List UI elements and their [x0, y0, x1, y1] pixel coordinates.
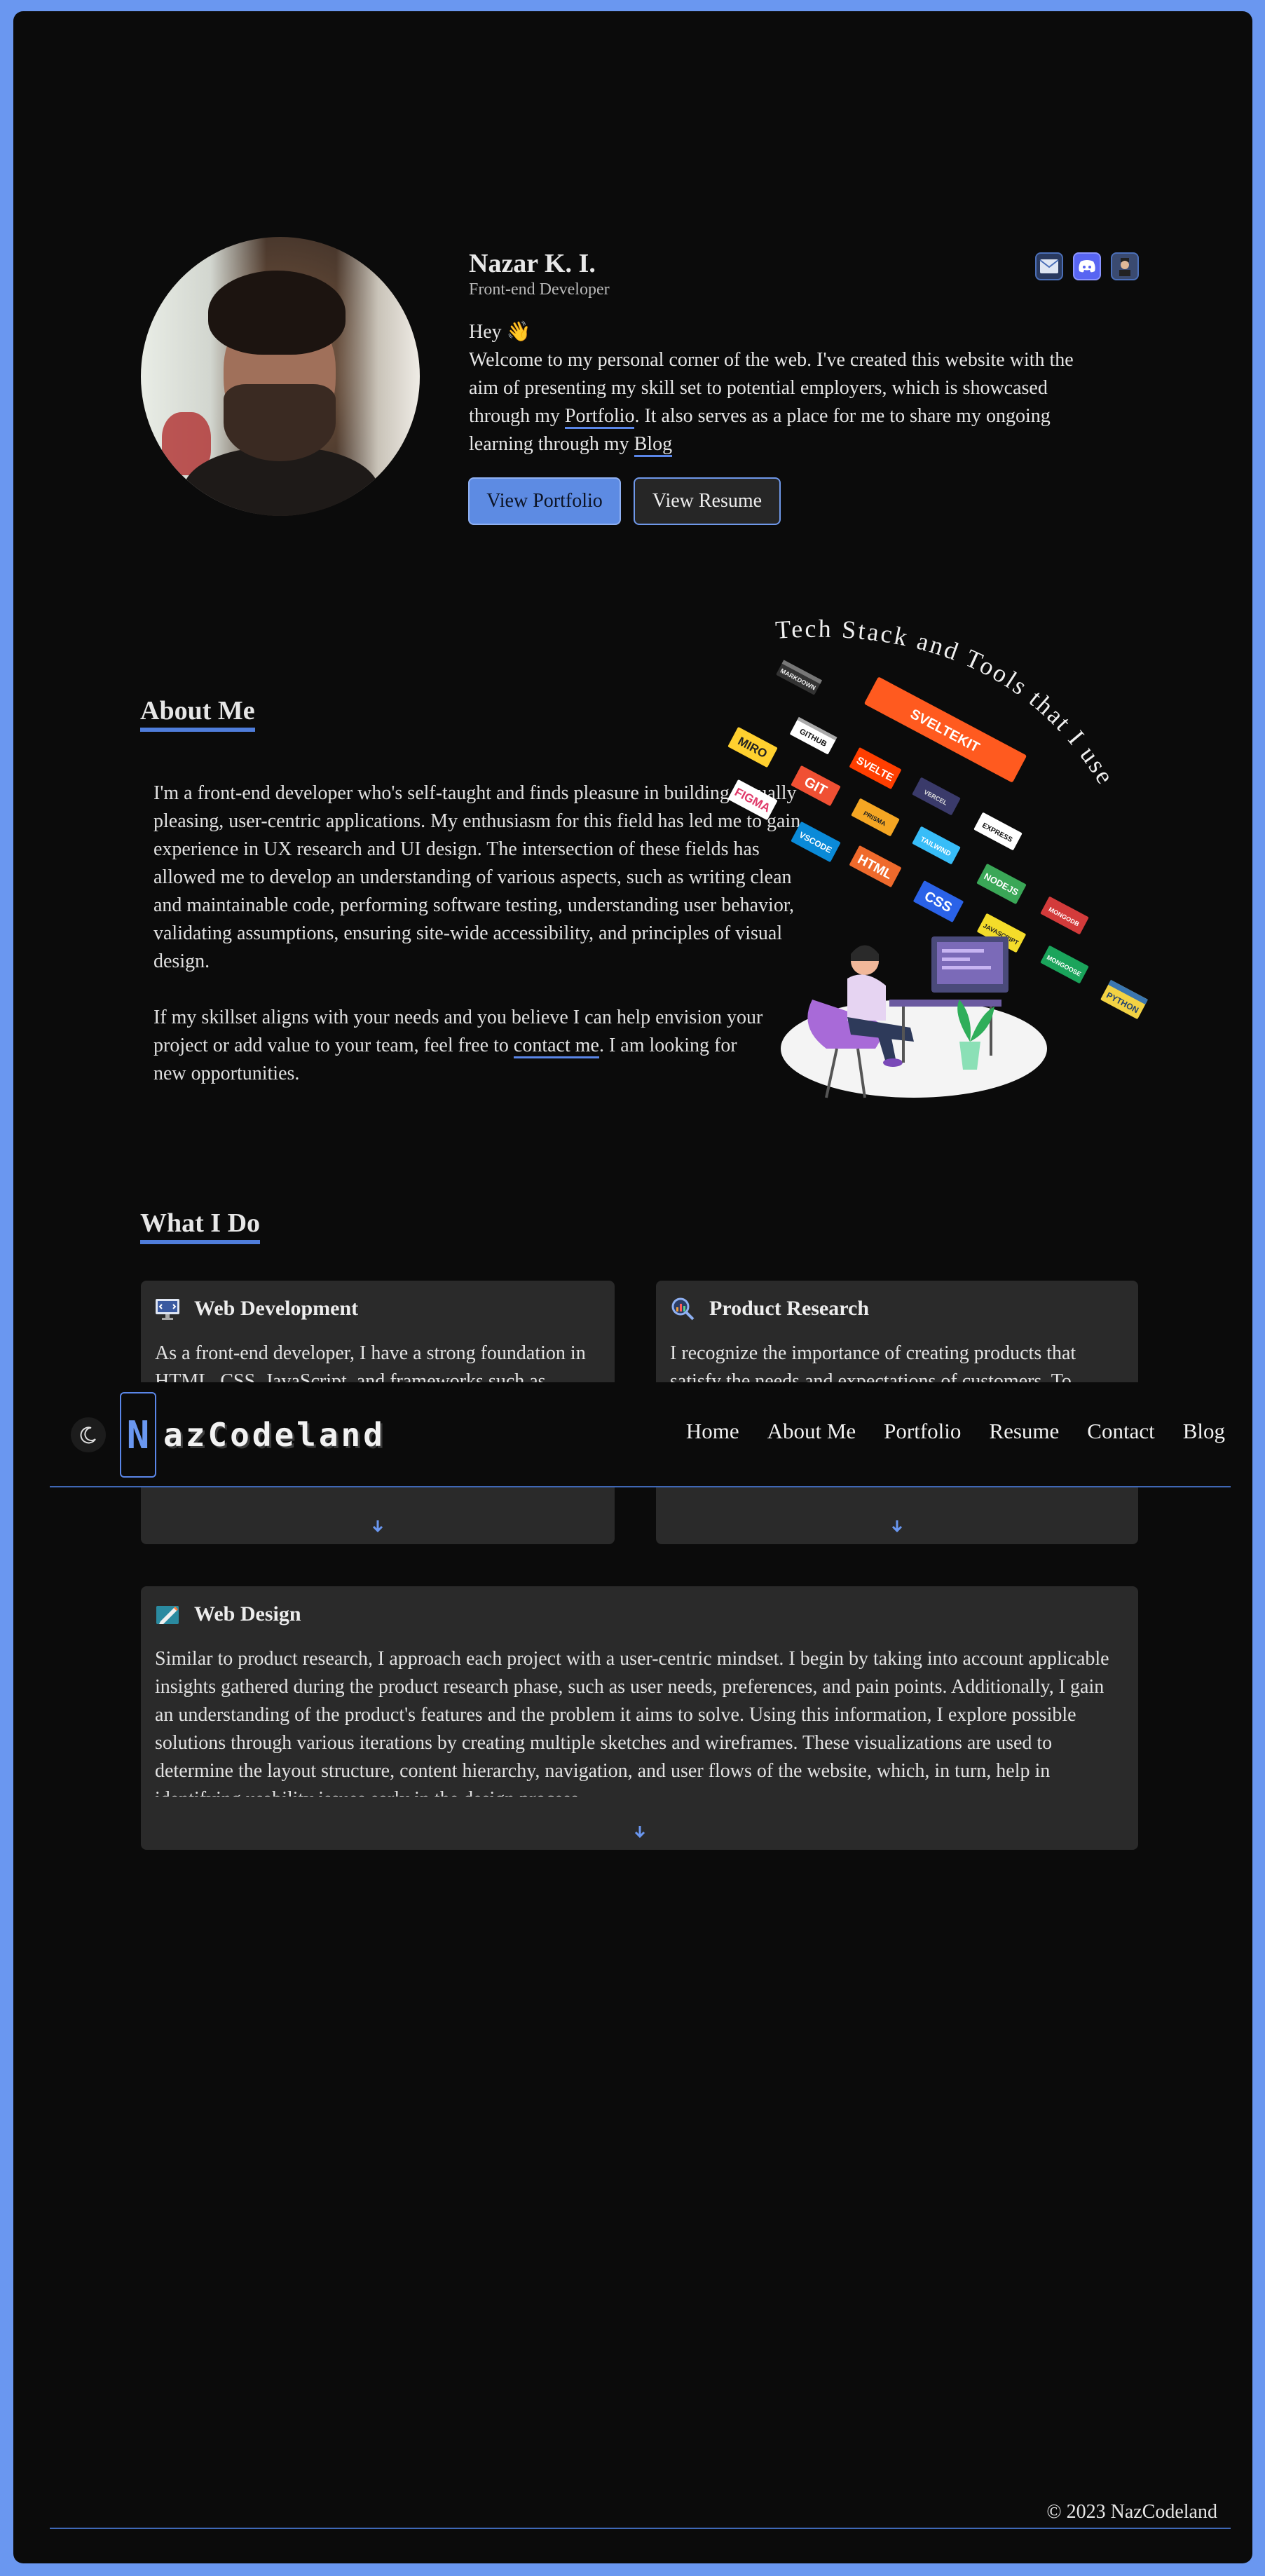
desk [889, 1000, 1001, 1007]
card-web-design-head: Web Design [153, 1600, 301, 1628]
person-body [847, 974, 886, 1021]
hero-role: Front-end Developer [469, 280, 610, 299]
tile-mongodb-red: MONGODB [1040, 897, 1089, 934]
tile-css: CSS [913, 880, 964, 922]
pen-design-icon [156, 1606, 179, 1624]
about-title: About Me [140, 695, 255, 732]
tile-github: GITHUB [790, 716, 837, 754]
tile-html: HTML [849, 845, 901, 887]
tile-git: GIT [791, 765, 841, 806]
tile-vscode: VSCODE [791, 822, 841, 862]
tech-stack-caption: Tech Stack and Tools that I use [774, 615, 1121, 791]
blog-link[interactable]: Blog [634, 433, 673, 457]
tile-nodejs: NODEJS [976, 864, 1027, 904]
discord-icon[interactable] [1073, 252, 1101, 280]
theme-toggle[interactable] [71, 1417, 106, 1452]
monitor-code-icon [156, 1299, 179, 1320]
tile-figma: FIGMA [727, 779, 778, 820]
card-title: Web Design [194, 1602, 301, 1626]
magnifier-chart-icon [671, 1297, 695, 1321]
what-i-do-title: What I Do [140, 1208, 261, 1244]
tile-miro: MIRO [727, 727, 778, 768]
tile-python: PYTHON [1100, 979, 1148, 1019]
logo-text[interactable]: azCodeland [163, 1416, 385, 1454]
about-paragraph-2: If my skillset aligns with your needs an… [153, 1004, 763, 1088]
card-web-development-head: Web Development [153, 1295, 358, 1323]
nav-about[interactable]: About Me [767, 1419, 856, 1444]
card-web-design[interactable]: Web Design Similar to product research, … [141, 1586, 1138, 1850]
tile-markdown: MARKDOWN [776, 660, 823, 695]
tile-vercel: VERCEL [912, 777, 961, 815]
view-portfolio-button[interactable]: View Portfolio [468, 477, 621, 525]
tile-express: EXPRESS [973, 812, 1023, 850]
nav-resume[interactable]: Resume [989, 1419, 1059, 1444]
page-frame: Nazar K. I. Front-end Developer Hey 👋 We… [13, 11, 1252, 2563]
social-icons [1035, 252, 1139, 280]
footer-divider [50, 2528, 1231, 2529]
logo-initial[interactable]: N [120, 1392, 156, 1478]
navbar: N azCodeland Home About Me Portfolio Res… [50, 1382, 1231, 1487]
view-resume-button[interactable]: View Resume [634, 477, 781, 525]
card-title: Product Research [709, 1297, 870, 1320]
hero-greeting: Hey 👋 [469, 321, 531, 343]
profile-photo [141, 237, 420, 516]
nav-contact[interactable]: Contact [1087, 1419, 1154, 1444]
expand-arrow-icon[interactable] [889, 1518, 905, 1534]
footer-copyright: © 2023 NazCodeland [1046, 2501, 1217, 2523]
card-body: Similar to product research, I approach … [155, 1648, 1109, 1797]
expand-arrow-icon[interactable] [369, 1518, 386, 1534]
expand-arrow-icon[interactable] [631, 1823, 648, 1840]
tile-mongoose: MONGOOSE [1040, 946, 1089, 983]
plant-pot [959, 1042, 980, 1070]
about-paragraph-1: I'm a front-end developer who's self-tau… [153, 782, 801, 972]
tech-stack-caption-path: Tech Stack and Tools that I use [774, 615, 1119, 791]
card-product-research-head: Product Research [669, 1295, 869, 1323]
tech-stack-illustration: Tech Stack and Tools that I use MARKDOWN… [727, 615, 1148, 1098]
tile-svelte: SVELTE [849, 747, 901, 789]
contact-me-link[interactable]: contact me [513, 1035, 599, 1058]
portfolio-link[interactable]: Portfolio [564, 405, 635, 429]
nav-blog[interactable]: Blog [1183, 1419, 1225, 1444]
nav-home[interactable]: Home [686, 1419, 739, 1444]
hero-intro: Hey 👋 Welcome to my personal corner of t… [469, 318, 1100, 458]
hero-name: Nazar K. I. [469, 249, 596, 278]
mail-icon[interactable] [1035, 252, 1063, 280]
nav-portfolio[interactable]: Portfolio [884, 1419, 961, 1444]
card-title: Web Development [194, 1297, 359, 1320]
tile-prisma: PRISMA [851, 798, 900, 836]
nav-links: Home About Me Portfolio Resume Contact B… [686, 1419, 1225, 1444]
moon-icon [80, 1426, 96, 1444]
github-avatar-icon[interactable] [1111, 252, 1139, 280]
tile-tailwind: TAILWIND [912, 826, 961, 864]
